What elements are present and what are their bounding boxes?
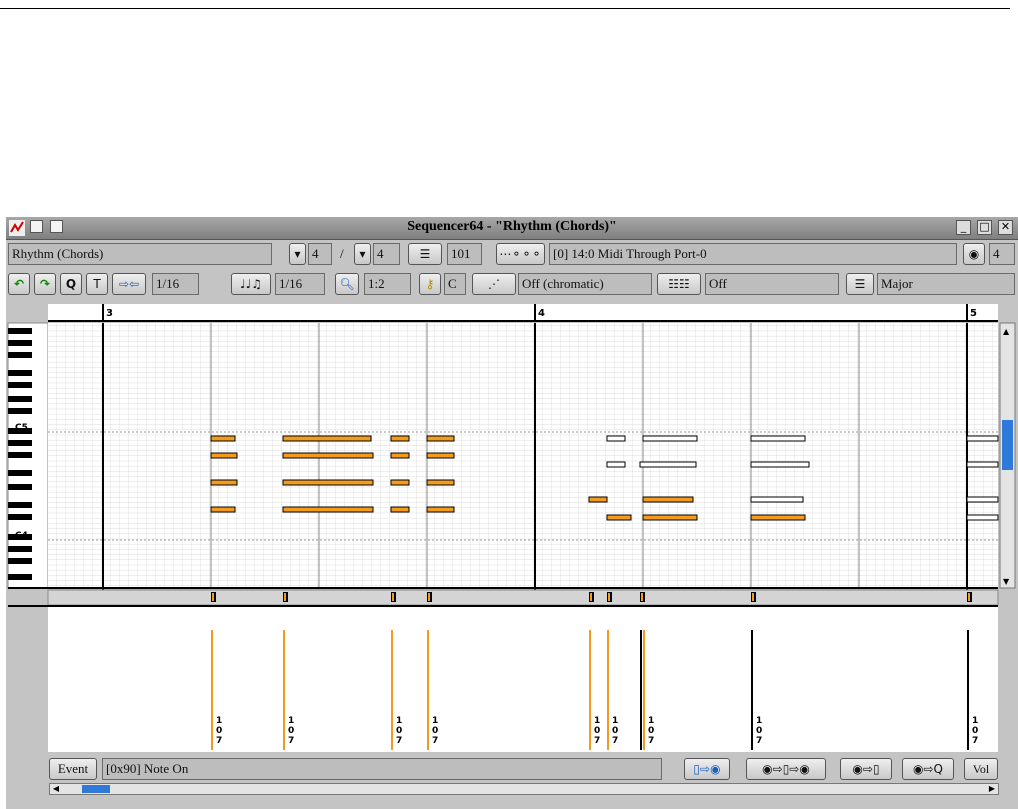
velocity-value-label: 0 <box>756 726 762 736</box>
velocity-value-label: 7 <box>216 736 222 746</box>
piano-roll-area[interactable]: 3 4 5 C5 C4 107107107107107107107107107 … <box>0 0 1018 809</box>
velocity-value-label: 1 <box>648 716 654 726</box>
scroll-up-icon[interactable]: ▲ <box>1003 327 1010 336</box>
black-key <box>8 558 32 564</box>
event-strip[interactable] <box>47 589 999 606</box>
note <box>642 514 698 521</box>
note <box>390 452 410 459</box>
black-key <box>8 574 32 580</box>
velocity-value-label: 1 <box>396 716 402 726</box>
black-key <box>8 328 32 334</box>
black-key <box>8 502 32 508</box>
note <box>966 496 999 503</box>
velocity-value-label: 0 <box>396 726 402 736</box>
note <box>282 435 372 442</box>
vertical-scrollbar[interactable]: ▲ ▼ <box>999 322 1016 589</box>
note <box>210 479 238 486</box>
event-marker-fill <box>968 593 970 601</box>
black-key <box>8 484 32 490</box>
velocity-value-label: 7 <box>756 736 762 746</box>
black-key <box>8 546 32 552</box>
velocity-value-label: 0 <box>216 726 222 736</box>
note <box>750 461 810 468</box>
velocity-value-label: 1 <box>972 716 978 726</box>
note <box>966 514 999 521</box>
time-ruler[interactable] <box>48 304 998 321</box>
velocity-value-label: 0 <box>648 726 654 736</box>
note <box>426 435 455 442</box>
note <box>390 435 410 442</box>
note <box>750 435 806 442</box>
note <box>282 506 374 513</box>
velocity-value-label: 7 <box>432 736 438 746</box>
event-marker-fill <box>608 593 610 601</box>
note <box>390 506 410 513</box>
piano-keyboard[interactable]: C5 C4 <box>7 322 49 589</box>
c5-label: C5 <box>15 423 28 433</box>
bar-5-label: 5 <box>970 308 977 319</box>
note <box>606 514 632 521</box>
black-key <box>8 452 32 458</box>
black-key <box>8 408 32 414</box>
event-marker-fill <box>428 593 430 601</box>
velocity-value-label: 1 <box>756 716 762 726</box>
note <box>642 496 694 503</box>
black-key <box>8 440 32 446</box>
velocity-value-label: 0 <box>594 726 600 736</box>
note-grid[interactable] <box>48 323 999 606</box>
note <box>426 479 455 486</box>
note <box>639 461 697 468</box>
vertical-scroll-thumb[interactable] <box>1002 420 1013 470</box>
event-marker-fill <box>284 593 286 601</box>
bar-3-label: 3 <box>106 308 113 319</box>
note <box>282 452 374 459</box>
black-key <box>8 396 32 402</box>
velocity-value-label: 0 <box>612 726 618 736</box>
note <box>282 479 374 486</box>
black-key <box>8 514 32 520</box>
velocity-value-label: 7 <box>972 736 978 746</box>
bar-4-label: 4 <box>538 308 545 319</box>
scroll-down-icon[interactable]: ▼ <box>1003 577 1010 586</box>
note <box>642 435 698 442</box>
note <box>210 452 238 459</box>
velocity-value-label: 1 <box>216 716 222 726</box>
note <box>426 452 455 459</box>
note <box>606 461 626 468</box>
velocity-value-label: 1 <box>594 716 600 726</box>
velocity-value-label: 1 <box>288 716 294 726</box>
event-marker-fill <box>590 593 592 601</box>
note <box>210 506 236 513</box>
velocity-value-label: 0 <box>288 726 294 736</box>
note <box>210 435 236 442</box>
black-key <box>8 470 32 476</box>
black-key <box>8 340 32 346</box>
note <box>966 435 999 442</box>
c4-label: C4 <box>15 531 28 541</box>
note <box>750 496 804 503</box>
event-marker-fill <box>641 593 643 601</box>
velocity-value-label: 1 <box>612 716 618 726</box>
event-marker-fill <box>752 593 754 601</box>
velocity-value-label: 1 <box>432 716 438 726</box>
note <box>426 506 455 513</box>
velocity-value-label: 7 <box>594 736 600 746</box>
velocity-value-label: 7 <box>612 736 618 746</box>
velocity-value-label: 7 <box>288 736 294 746</box>
note <box>390 479 410 486</box>
velocity-value-label: 0 <box>972 726 978 736</box>
event-marker-fill <box>212 593 214 601</box>
event-marker-fill <box>392 593 394 601</box>
velocity-value-label: 7 <box>648 736 654 746</box>
note <box>750 514 806 521</box>
black-key <box>8 370 32 376</box>
black-key <box>8 382 32 388</box>
velocity-value-label: 7 <box>396 736 402 746</box>
velocity-data-area[interactable]: 107107107107107107107107107 <box>48 607 998 752</box>
black-key <box>8 352 32 358</box>
velocity-value-label: 0 <box>432 726 438 736</box>
note <box>966 461 999 468</box>
note <box>606 435 626 442</box>
note <box>588 496 608 503</box>
